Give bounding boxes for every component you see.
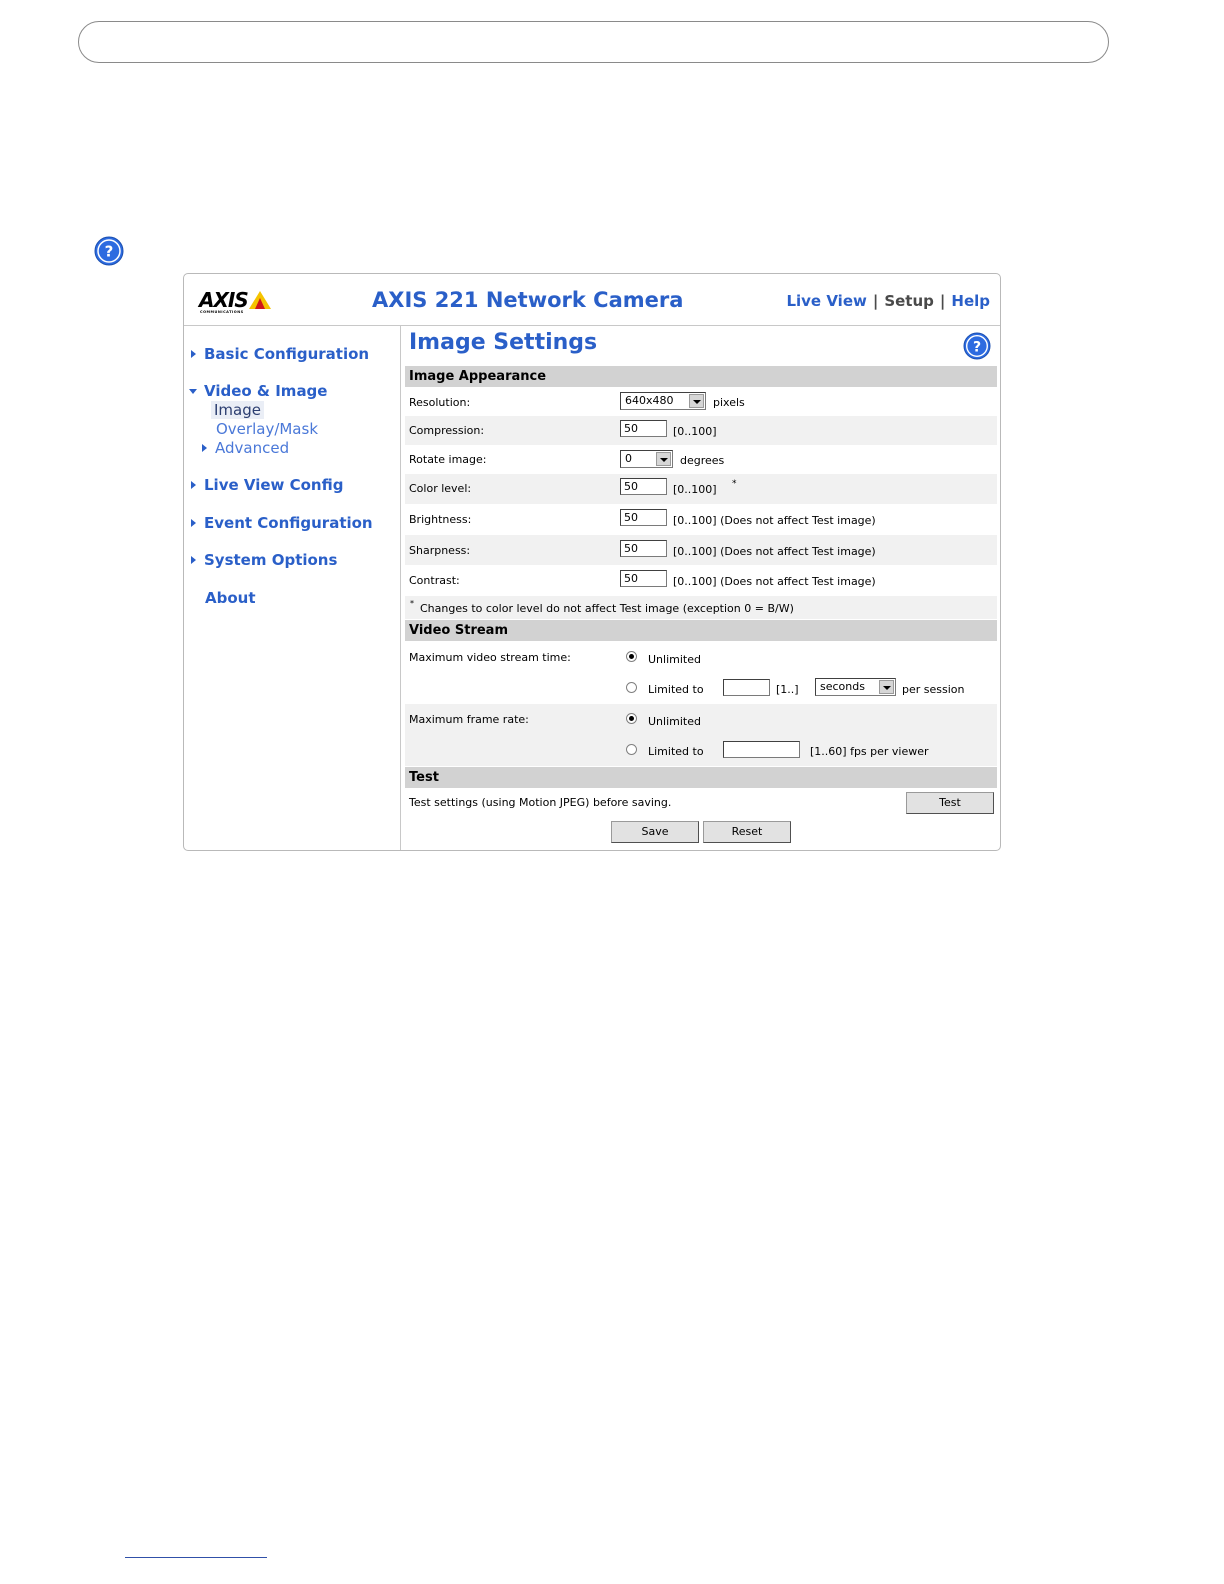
svg-text:?: ? <box>973 340 981 356</box>
section-video-stream: Video Stream <box>405 620 997 641</box>
color-level-row: Color level: 50 [0..100] * <box>405 474 997 504</box>
sidebar-item-live-view-config[interactable]: Live View Config <box>191 476 343 494</box>
nav-setup[interactable]: Setup <box>884 292 934 310</box>
svg-text:?: ? <box>105 243 114 261</box>
dropdown-arrow-icon <box>879 680 894 694</box>
max-frame-rate-row: Maximum frame rate: Unlimited Limited to… <box>405 704 997 766</box>
dropdown-arrow-icon <box>689 394 704 408</box>
chevron-right-icon <box>191 481 196 489</box>
document-header-bar <box>78 21 1109 63</box>
test-row: Test settings (using Motion JPEG) before… <box>405 788 997 848</box>
help-icon: ? <box>94 236 124 266</box>
sidebar-item-about[interactable]: About <box>205 589 256 607</box>
sidebar-item-advanced[interactable]: Advanced <box>202 439 289 457</box>
sidebar-item-basic-configuration[interactable]: Basic Configuration <box>191 345 369 363</box>
help-icon[interactable]: ? <box>963 332 991 360</box>
test-button[interactable]: Test <box>906 792 994 814</box>
save-button[interactable]: Save <box>611 821 699 843</box>
sharpness-row: Sharpness: 50 [0..100] (Does not affect … <box>405 535 997 565</box>
chevron-right-icon <box>191 519 196 527</box>
section-test: Test <box>405 767 997 788</box>
sidebar-menu: Basic Configuration Video & Image Image … <box>184 326 401 850</box>
brightness-input[interactable]: 50 <box>620 509 667 526</box>
contrast-input[interactable]: 50 <box>620 570 667 587</box>
resolution-row: Resolution: 640x480 pixels <box>409 392 745 410</box>
sidebar-item-video-image[interactable]: Video & Image <box>189 382 327 400</box>
time-unit-select[interactable]: seconds <box>815 678 896 696</box>
camera-title: AXIS 221 Network Camera <box>372 288 684 312</box>
contrast-row: Contrast: 50 [0..100] (Does not affect T… <box>409 570 876 588</box>
rotate-row: Rotate image: 0 degrees <box>409 450 725 468</box>
footer-rule <box>125 1557 267 1558</box>
chevron-right-icon <box>202 444 207 452</box>
frame-rate-input[interactable] <box>723 741 800 758</box>
sharpness-input[interactable]: 50 <box>620 540 667 557</box>
nav-live-view[interactable]: Live View <box>786 292 866 310</box>
chevron-right-icon <box>191 556 196 564</box>
color-level-input[interactable]: 50 <box>620 478 667 495</box>
camera-header: AXIS COMMUNICATIONS AXIS 221 Network Cam… <box>184 274 1000 326</box>
brightness-row: Brightness: 50 [0..100] (Does not affect… <box>409 509 876 527</box>
reset-button[interactable]: Reset <box>703 821 791 843</box>
color-note-row: * Changes to color level do not affect T… <box>405 596 997 619</box>
chevron-down-icon <box>189 389 197 394</box>
resolution-select[interactable]: 640x480 <box>620 392 706 410</box>
sidebar-item-overlay-mask[interactable]: Overlay/Mask <box>216 420 318 438</box>
dropdown-arrow-icon <box>656 452 671 466</box>
nav-help[interactable]: Help <box>951 292 990 310</box>
top-navigation: Live View | Setup | Help <box>786 292 990 310</box>
stream-time-limited-radio[interactable] <box>626 682 637 693</box>
page-title: Image Settings <box>409 330 598 355</box>
sidebar-item-event-configuration[interactable]: Event Configuration <box>191 514 373 532</box>
compression-input[interactable]: 50 <box>620 420 667 437</box>
test-description: Test settings (using Motion JPEG) before… <box>409 796 672 809</box>
sidebar-item-image[interactable]: Image <box>211 401 264 419</box>
camera-web-window: AXIS COMMUNICATIONS AXIS 221 Network Cam… <box>183 273 1001 851</box>
sidebar-item-system-options[interactable]: System Options <box>191 551 337 569</box>
max-stream-time-row: Maximum video stream time: Unlimited Lim… <box>409 651 965 696</box>
color-level-note: Changes to color level do not affect Tes… <box>420 602 794 615</box>
compression-row: Compression: 50 [0..100] <box>405 416 997 445</box>
logo-triangle-icon <box>249 291 271 309</box>
frame-rate-limited-radio[interactable] <box>626 744 637 755</box>
stream-time-input[interactable] <box>723 679 770 696</box>
chevron-right-icon <box>191 350 196 358</box>
rotate-select[interactable]: 0 <box>620 450 673 468</box>
section-image-appearance: Image Appearance <box>405 366 997 387</box>
frame-rate-unlimited-radio[interactable] <box>626 713 637 724</box>
stream-time-unlimited-radio[interactable] <box>626 651 637 662</box>
